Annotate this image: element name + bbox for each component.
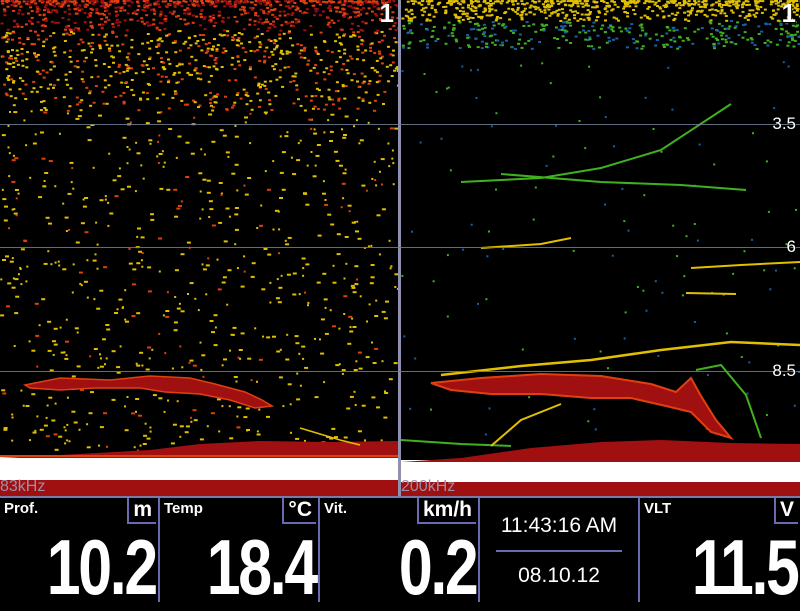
voltage-value: 11.5 <box>692 528 798 606</box>
clock-time: 11:43:16 AM <box>480 514 638 538</box>
data-bar: Prof. m 10.2 Temp °C 18.4 Vit. km/h 0.2 … <box>0 496 800 602</box>
voltage-readout[interactable]: VLT V 11.5 <box>640 498 800 602</box>
clock-readout[interactable]: 11:43:16 AM 08.10.12 <box>480 498 638 602</box>
clock-date: 08.10.12 <box>480 564 638 588</box>
temp-label: Temp <box>164 500 203 517</box>
frequency-label-left: 83kHz <box>0 478 45 496</box>
fish-school-echo <box>431 374 731 438</box>
sonar-echo-left <box>0 0 398 496</box>
depth-readout[interactable]: Prof. m 10.2 <box>0 498 158 602</box>
speed-label: Vit. <box>324 500 347 517</box>
depth-mark-label: 3.5 <box>772 114 796 134</box>
frequency-label-right: 200kHz <box>401 478 455 496</box>
sonar-panel-200khz: 1 200kHz <box>401 0 800 496</box>
speed-unit: km/h <box>417 498 476 524</box>
bottom-echo <box>401 460 800 484</box>
depth-value: 10.2 <box>47 528 156 606</box>
fish-school-echo <box>25 376 272 408</box>
depth-line <box>0 371 800 372</box>
depth-mark-label: 6 <box>787 237 796 257</box>
temp-value: 18.4 <box>207 528 316 606</box>
sonar-panel-83khz: 1 83kHz <box>0 0 398 496</box>
depth-line <box>0 247 800 248</box>
speed-value: 0.2 <box>398 528 476 606</box>
depth-mark-label: 8.5 <box>772 361 796 381</box>
range-top-left: 1 <box>380 0 394 29</box>
voltage-label: VLT <box>644 500 671 517</box>
temp-unit: °C <box>282 498 316 524</box>
range-top-right: 1 <box>782 0 796 29</box>
sonar-echo-right <box>401 0 800 496</box>
bottom-subsurface <box>0 480 398 496</box>
bottom-echo <box>0 456 398 484</box>
speed-readout[interactable]: Vit. km/h 0.2 <box>320 498 478 602</box>
temperature-readout[interactable]: Temp °C 18.4 <box>160 498 318 602</box>
depth-unit: m <box>127 498 156 524</box>
voltage-unit: V <box>774 498 798 524</box>
depth-line <box>0 124 800 125</box>
depth-label: Prof. <box>4 500 38 517</box>
sonar-screen: 1 83kHz 1 200kHz 3.5 6 8.5 <box>0 0 800 600</box>
